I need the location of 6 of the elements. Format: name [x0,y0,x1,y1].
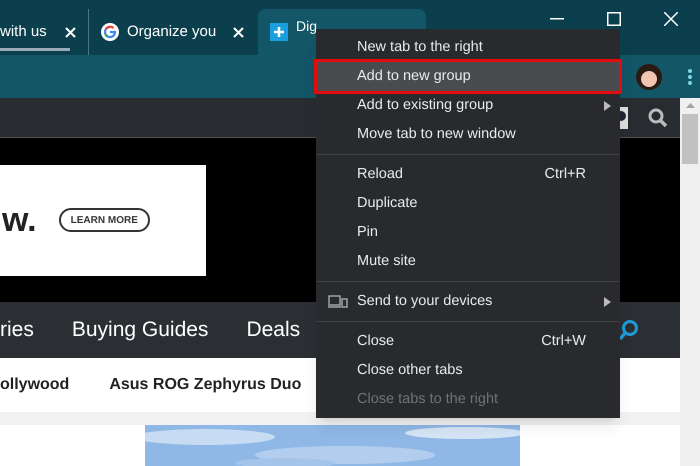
shortcut-label: Ctrl+R [544,164,586,184]
shortcut-label: Ctrl+W [541,332,586,351]
tab-title: Dig [296,16,318,36]
ad-headline: w. [2,200,37,240]
tab-title: Organize you [127,22,218,42]
tab-title: with us [0,22,48,42]
